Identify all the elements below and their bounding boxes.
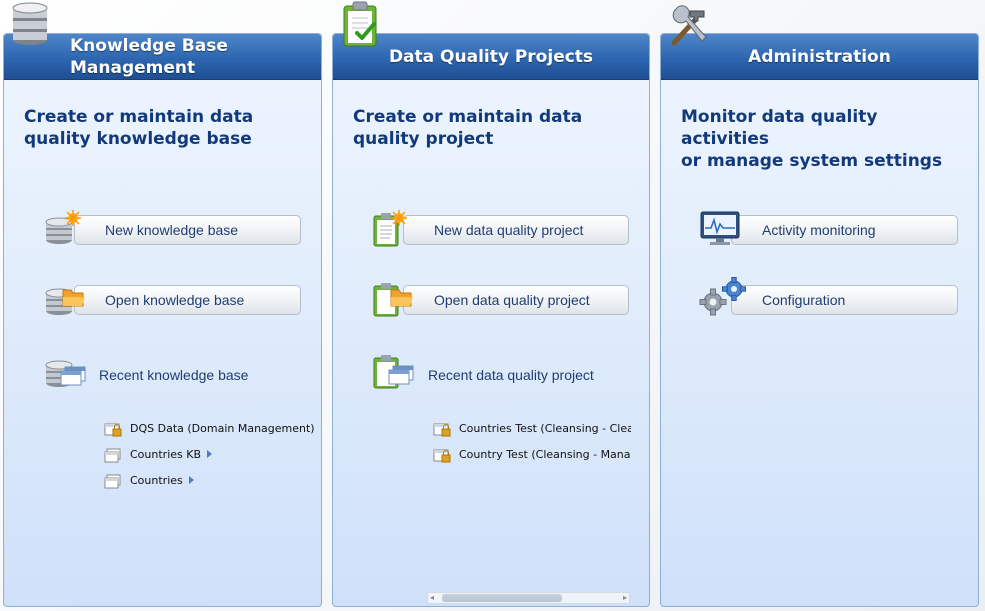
open-knowledge-base-icon <box>45 288 85 315</box>
recent-kb-item-label: DQS Data (Domain Management) <box>130 422 315 435</box>
knowledge-base-description: Create or maintain data quality knowledg… <box>24 106 314 150</box>
scroll-left-arrow-icon[interactable]: ◂ <box>430 593 434 603</box>
recent-kb-item[interactable]: Countries KB <box>104 446 264 464</box>
monitor-icon <box>700 211 740 245</box>
administration-panel-title: Administration <box>748 47 891 67</box>
data-quality-description: Create or maintain data quality project <box>353 106 643 150</box>
open-knowledge-base-label: Open knowledge base <box>105 292 245 308</box>
open-data-quality-project-button[interactable]: Open data quality project <box>403 285 629 315</box>
recent-project-item-label: Country Test (Cleansing - Manage a <box>459 448 631 461</box>
database-stack-icon <box>12 2 48 45</box>
description-line1: Create or maintain data <box>353 107 583 127</box>
horizontal-scrollbar[interactable]: ◂ ▸ <box>427 592 630 604</box>
recent-kb-item[interactable]: Countries <box>104 472 264 490</box>
data-quality-panel: Data Quality Projects Create or maintain… <box>332 33 650 607</box>
panel-title-line1: Knowledge Base <box>70 36 228 56</box>
new-knowledge-base-icon <box>45 210 81 244</box>
administration-description: Monitor data quality activities or manag… <box>681 106 971 172</box>
description-line2: quality project <box>353 129 494 149</box>
recent-kb-item-label: Countries <box>130 474 194 487</box>
new-data-quality-project-label: New data quality project <box>434 222 584 238</box>
recent-kb-item[interactable]: DQS Data (Domain Management) <box>104 420 315 438</box>
recent-knowledge-base-link[interactable]: Recent knowledge base <box>99 367 248 383</box>
open-project-icon <box>373 283 413 317</box>
knowledge-base-panel-title: Knowledge Base Management <box>70 35 310 79</box>
recent-kb-item-label: Countries KB <box>130 448 213 461</box>
scroll-right-arrow-icon[interactable]: ▸ <box>623 593 627 603</box>
submenu-arrow-icon[interactable] <box>207 450 213 458</box>
data-quality-panel-title: Data Quality Projects <box>388 47 594 67</box>
recent-project-list: Countries Test (Cleansing - Cleanse Coun… <box>433 417 631 487</box>
description-line2: quality knowledge base <box>24 129 252 149</box>
description-line2: or manage system settings <box>681 151 943 171</box>
configuration-button[interactable]: Configuration <box>731 285 958 315</box>
recent-knowledge-base-icon <box>45 360 86 387</box>
administration-panel: Administration Monitor data quality acti… <box>660 33 979 607</box>
description-line1: Monitor data quality activities <box>681 107 878 149</box>
panel-title-line2: Management <box>70 58 196 78</box>
scrollbar-thumb[interactable] <box>442 594 562 602</box>
tools-icon <box>671 5 707 46</box>
new-data-quality-project-button[interactable]: New data quality project <box>403 215 629 245</box>
recent-project-item[interactable]: Countries Test (Cleansing - Cleanse <box>433 420 631 438</box>
open-data-quality-project-label: Open data quality project <box>434 292 590 308</box>
locked-kb-icon <box>104 423 122 437</box>
new-knowledge-base-label: New knowledge base <box>105 222 239 238</box>
activity-monitoring-button[interactable]: Activity monitoring <box>731 215 958 245</box>
recent-data-quality-project-link[interactable]: Recent data quality project <box>428 367 594 383</box>
kb-item-icon <box>104 448 121 463</box>
clipboard-check-icon <box>343 1 377 47</box>
kb-item-icon <box>104 474 121 489</box>
gears-icon <box>699 277 746 316</box>
configuration-label: Configuration <box>762 292 846 308</box>
submenu-arrow-icon[interactable] <box>188 476 194 484</box>
activity-monitoring-label: Activity monitoring <box>762 222 876 238</box>
description-line1: Create or maintain data <box>24 107 254 127</box>
recent-project-item-label: Countries Test (Cleansing - Cleanse <box>459 422 631 435</box>
open-knowledge-base-button[interactable]: Open knowledge base <box>74 285 301 315</box>
recent-project-icon <box>373 355 414 389</box>
knowledge-base-panel: Knowledge Base Management Create or main… <box>3 33 322 607</box>
locked-project-icon <box>433 449 451 463</box>
recent-project-item[interactable]: Country Test (Cleansing - Manage a <box>433 446 631 464</box>
locked-project-icon <box>433 423 451 437</box>
new-project-icon <box>373 210 407 247</box>
new-knowledge-base-button[interactable]: New knowledge base <box>74 215 301 245</box>
